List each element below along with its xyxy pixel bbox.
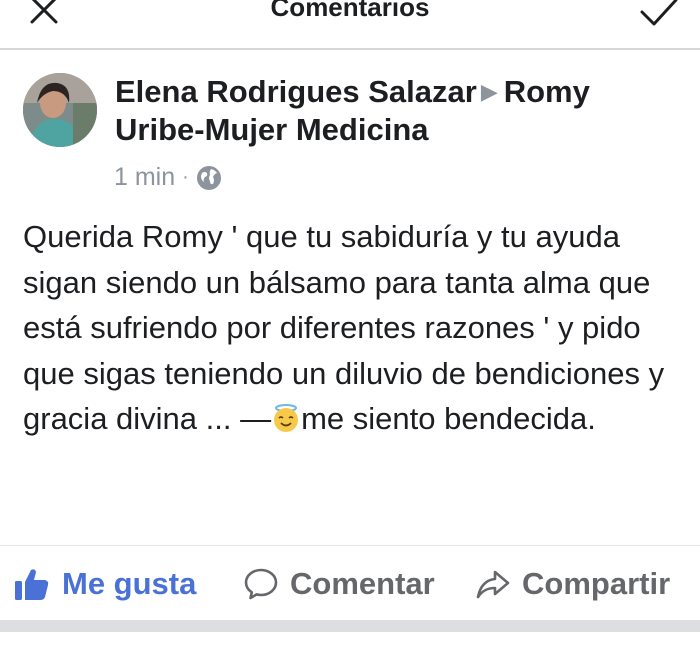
post-actions: Me gusta Comentar Compartir bbox=[0, 556, 700, 612]
share-button[interactable]: Compartir bbox=[476, 556, 670, 612]
globe-icon bbox=[196, 165, 221, 190]
post-text: Querida Romy ' que tu sabiduría y tu ayu… bbox=[23, 214, 683, 442]
like-button[interactable]: Me gusta bbox=[14, 556, 196, 612]
angel-emoji-icon bbox=[274, 404, 299, 432]
checkmark-icon[interactable] bbox=[636, 0, 680, 32]
comment-bubble-icon bbox=[244, 568, 278, 600]
thumbs-up-icon bbox=[15, 569, 49, 600]
avatar-photo bbox=[23, 73, 97, 147]
top-bar: Comentarios bbox=[0, 0, 700, 50]
comment-label: Comentar bbox=[290, 566, 435, 601]
post-feeling: me siento bendecida. bbox=[301, 401, 596, 436]
comments-screen: Comentarios Elena Rodrigues Salazar ▶ Romy… bbox=[0, 0, 700, 656]
meta-separator: · bbox=[182, 166, 189, 188]
post-meta: 1 min · bbox=[114, 163, 222, 192]
section-separator bbox=[0, 620, 700, 632]
page-title: Comentarios bbox=[270, 0, 430, 22]
author-name-link[interactable]: Elena Rodrigues Salazar bbox=[115, 74, 477, 109]
post-author-line: Elena Rodrigues Salazar ▶ Romy Uribe-Mujer… bbox=[115, 73, 675, 149]
comment-button[interactable]: Comentar bbox=[244, 556, 435, 612]
arrow-right-icon: ▶ bbox=[480, 79, 498, 104]
share-arrow-icon bbox=[476, 570, 510, 599]
post-timestamp[interactable]: 1 min bbox=[114, 163, 175, 192]
next-section bbox=[0, 632, 700, 656]
like-label: Me gusta bbox=[62, 566, 197, 601]
share-label: Compartir bbox=[522, 566, 671, 601]
divider bbox=[0, 545, 700, 546]
avatar[interactable] bbox=[23, 73, 97, 147]
